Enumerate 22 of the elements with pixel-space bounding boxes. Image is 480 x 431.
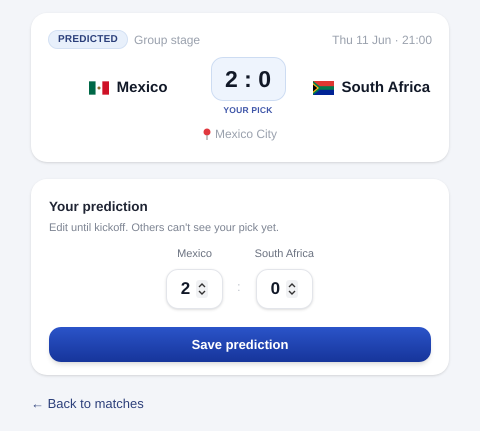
match-datetime: Thu 11 Jun · 21:00 [332, 32, 432, 48]
stepper-icon[interactable] [196, 280, 208, 298]
back-link[interactable]: ← Back to matches [31, 394, 144, 414]
save-button[interactable]: Save prediction [49, 326, 431, 362]
prediction-subtitle: Edit until kickoff. Others can't see your pick yet. [49, 221, 280, 236]
flag-icon [312, 81, 334, 96]
input-label: South Africa [254, 247, 314, 262]
flag-icon [88, 81, 109, 96]
score-input[interactable]: 2 [166, 268, 224, 309]
status-badge: PREDICTED [48, 30, 128, 49]
score-separator: : [237, 278, 241, 296]
score-caption: YOUR PICK [223, 104, 273, 117]
team-name: South Africa [342, 78, 430, 98]
prediction-title: Your prediction [49, 198, 149, 216]
score-box: 2 : 0 [210, 57, 286, 101]
input-label: Mexico [177, 247, 212, 262]
team-name: Mexico [116, 78, 168, 98]
venue-label: Mexico City [214, 126, 277, 143]
stage-label: Group stage [134, 32, 200, 48]
stepper-icon[interactable] [286, 280, 298, 298]
score-input[interactable]: 0 [256, 268, 313, 309]
pin-icon [202, 128, 211, 140]
